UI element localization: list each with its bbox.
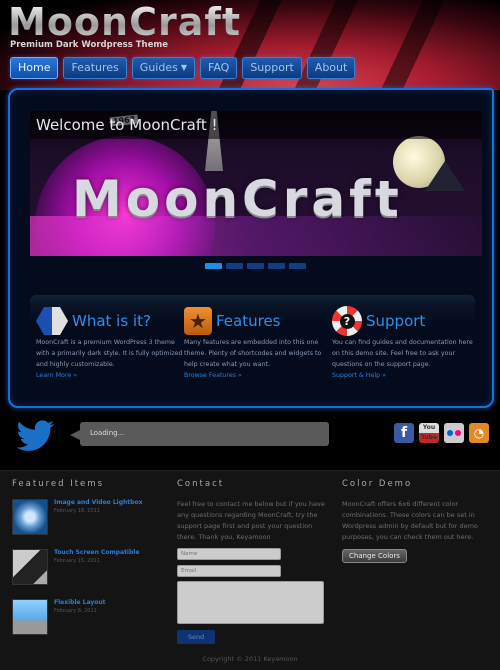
learn-more-link[interactable]: Learn More »	[36, 370, 186, 381]
email-input[interactable]	[177, 565, 281, 577]
slider-pagination	[205, 263, 306, 269]
hexagon-arrow-icon	[36, 307, 68, 335]
color-demo-text: MoonCraft offers 6x6 different color com…	[342, 500, 478, 541]
nav-support-label: Support	[250, 61, 294, 74]
contact-text: Feel free to contact me below but if you…	[177, 500, 325, 541]
nav-support[interactable]: Support	[242, 57, 302, 79]
main-panel: 1967 MoonCraft Welcome to MoonCraft ! Wh…	[8, 88, 494, 408]
nav-about-label: About	[314, 61, 348, 74]
site-header: MoonCraft Premium Dark Wordpress Theme H…	[0, 0, 500, 90]
feature-features: ★ Features Many features are embedded in…	[184, 305, 334, 381]
browse-features-link[interactable]: Browse Features »	[184, 370, 334, 381]
featured-item-title[interactable]: Image and Video Lightbox	[54, 499, 142, 506]
lightbox-cube-thumbnail[interactable]	[12, 499, 48, 535]
contact-heading: Contact	[177, 479, 225, 489]
slider-dot-2[interactable]	[226, 263, 243, 269]
social-links: f You Tube ◔	[394, 423, 489, 443]
site-footer: Featured Items Image and Video Lightbox …	[0, 470, 500, 670]
nav-about[interactable]: About	[306, 57, 356, 79]
facebook-icon[interactable]: f	[394, 423, 414, 443]
lifebuoy-help-icon: ?	[332, 306, 362, 336]
featured-item-title[interactable]: Flexible Layout	[54, 599, 106, 606]
name-input[interactable]	[177, 548, 281, 560]
message-textarea[interactable]	[177, 581, 324, 624]
slide-logo-text: MoonCraft	[72, 170, 403, 228]
nav-home-label: Home	[18, 61, 51, 74]
contact-widget: Contact Feel free to contact me below bu…	[177, 479, 327, 644]
slide-title: Welcome to MoonCraft !	[30, 111, 482, 139]
slider-dot-3[interactable]	[247, 263, 264, 269]
features-section: What is it? MoonCraft is a premium WordP…	[30, 295, 475, 390]
feature-title: Features	[216, 312, 281, 330]
nav-features-label: Features	[71, 61, 119, 74]
slider-dot-4[interactable]	[268, 263, 285, 269]
featured-items-widget: Featured Items Image and Video Lightbox …	[12, 479, 162, 649]
feature-text: Many features are embedded into this one…	[184, 339, 322, 368]
support-help-link[interactable]: Support & Help »	[332, 370, 482, 381]
site-tagline: Premium Dark Wordpress Theme	[10, 40, 168, 50]
featured-item-date: February 8, 2011	[54, 608, 97, 614]
featured-item-date: February 18, 2011	[54, 508, 101, 514]
nav-faq-label: FAQ	[208, 61, 230, 74]
nav-features[interactable]: Features	[63, 57, 127, 79]
nav-guides[interactable]: Guides ▼	[131, 57, 195, 79]
send-button[interactable]: Send	[177, 630, 215, 644]
feature-text: MoonCraft is a premium WordPress 3 theme…	[36, 339, 183, 368]
rss-icon[interactable]: ◔	[469, 423, 489, 443]
feature-title: Support	[366, 312, 426, 330]
site-logo[interactable]: MoonCraft	[8, 3, 241, 41]
main-nav: Home Features Guides ▼ FAQ Support About	[10, 57, 356, 79]
color-demo-widget: Color Demo MoonCraft offers 6x6 differen…	[342, 479, 492, 563]
twitter-bird-icon[interactable]	[16, 418, 56, 452]
feature-title: What is it?	[72, 312, 151, 330]
tweet-status: Loading...	[90, 429, 125, 437]
chevron-down-icon: ▼	[180, 63, 187, 72]
flexible-layout-thumbnail[interactable]	[12, 599, 48, 635]
feature-text: You can find guides and documentation he…	[332, 339, 473, 368]
feature-support: ? Support You can find guides and docume…	[332, 305, 482, 381]
featured-item-title[interactable]: Touch Screen Compatible	[54, 549, 139, 556]
featured-item-date: February 15, 2011	[54, 558, 101, 564]
youtube-icon[interactable]: You Tube	[419, 423, 439, 443]
slider-dot-1[interactable]	[205, 263, 222, 269]
feature-what-is-it: What is it? MoonCraft is a premium WordP…	[36, 305, 186, 381]
nav-faq[interactable]: FAQ	[200, 57, 238, 79]
touchscreen-phone-thumbnail[interactable]	[12, 549, 48, 585]
latest-tweet: Loading...	[70, 422, 329, 446]
featured-items-heading: Featured Items	[12, 479, 104, 489]
featured-item[interactable]: Flexible Layout February 8, 2011	[12, 599, 162, 649]
image-slider[interactable]: 1967 MoonCraft Welcome to MoonCraft !	[30, 111, 482, 256]
slider-dot-5[interactable]	[289, 263, 306, 269]
color-demo-heading: Color Demo	[342, 479, 413, 489]
star-icon: ★	[184, 307, 212, 335]
nav-guides-label: Guides	[139, 61, 178, 74]
copyright: Copyright © 2011 Keyamoon	[202, 655, 298, 663]
change-colors-button[interactable]: Change Colors	[342, 549, 407, 563]
featured-item[interactable]: Image and Video Lightbox February 18, 20…	[12, 499, 162, 549]
flickr-icon[interactable]	[444, 423, 464, 443]
nav-home[interactable]: Home	[10, 57, 59, 79]
featured-item[interactable]: Touch Screen Compatible February 15, 201…	[12, 549, 162, 599]
